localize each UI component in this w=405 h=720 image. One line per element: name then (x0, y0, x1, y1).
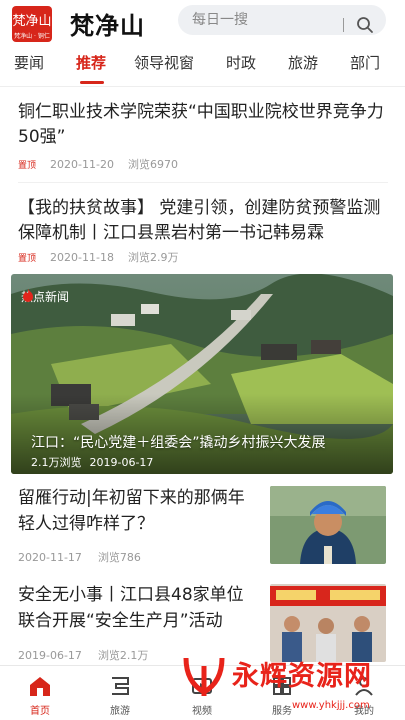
nav-home-label: 首页 (30, 706, 50, 717)
travel-icon (112, 677, 129, 695)
article-date: 2020-11-17 (18, 551, 82, 564)
app-brand-title: 梵净山 (70, 12, 145, 40)
pinned-tag: 置顶 (18, 254, 37, 264)
tab-yaowen[interactable]: 要闻 (14, 48, 44, 84)
nav-travel[interactable]: 旅游 (90, 666, 150, 720)
tabs-divider (0, 86, 405, 87)
hot-news-badge: 热点新闻 (21, 288, 69, 305)
hot-news-title: 江口：“民心党建＋组委会”撬动乡村振兴大发展 (31, 435, 326, 451)
watermark-logo-icon (183, 657, 225, 696)
watermark-url: www.yhkjjj.com (292, 700, 370, 711)
app-logo[interactable]: 梵净山 梵净山 · 铜仁 (12, 6, 52, 42)
article-title: 铜仁职业技术学院荣获“中国职业院校世界竞争力50强” (18, 102, 384, 147)
hot-news-meta: 2.1万浏览 2019-06-17 (31, 454, 161, 470)
logo-mark: 梵净山 (12, 14, 52, 29)
nav-travel-label: 旅游 (110, 706, 130, 717)
app-header: 梵净山 梵净山 · 铜仁 梵净山 (0, 0, 405, 44)
active-tab-indicator (80, 81, 104, 84)
hot-news-card[interactable]: 热点新闻 江口：“民心党建＋组委会”撬动乡村振兴大发展 2.1万浏览 2019-0… (11, 274, 393, 474)
article-title: 安全无小事丨江口县48家单位联合开展“安全生产月”活动 (18, 585, 244, 631)
tab-lingdao-shichuang[interactable]: 领导视窗 (134, 48, 194, 84)
article-views: 浏览786 (97, 551, 141, 564)
article-views: 浏览2.1万 (97, 649, 149, 662)
article-date: 2020-11-18 (50, 251, 114, 264)
article-item[interactable]: 留雁行动|年初留下来的那俩年轻人过得咋样了？ 2020-11-17 浏览786 (0, 482, 405, 574)
article-date: 2020-11-20 (50, 158, 114, 171)
article-views: 浏览2.9万 (127, 251, 179, 264)
tab-bumen[interactable]: 部门 (350, 48, 380, 84)
article-item[interactable]: 铜仁职业技术学院荣获“中国职业院校世界竞争力50强” 置顶 2020-11-20 浏… (0, 96, 405, 176)
article-views: 浏览6970 (127, 158, 178, 171)
article-meta: 置顶 2020-11-20 浏览6970 (18, 156, 192, 172)
nav-home[interactable]: 首页 (10, 666, 70, 720)
article-meta: 2020-11-17 浏览786 (18, 549, 157, 565)
article-title: 【我的扶贫故事】 党建引领，创建防贫预警监测保障机制丨江口县黑岩村第一书记韩易霖 (18, 198, 381, 243)
logo-subtext: 梵净山 · 铜仁 (14, 33, 50, 40)
article-thumbnail (270, 486, 386, 564)
divider (18, 182, 388, 183)
article-title: 留雁行动|年初留下来的那俩年轻人过得咋样了？ (18, 488, 245, 534)
tab-shizheng[interactable]: 时政 (226, 48, 256, 84)
search-input[interactable] (192, 5, 342, 35)
tab-lvyou[interactable]: 旅游 (288, 48, 318, 84)
pinned-tag: 置顶 (18, 161, 37, 171)
hot-news-views: 2.1万浏览 (31, 456, 82, 469)
search-icon[interactable] (356, 16, 374, 34)
article-meta: 2019-06-17 浏览2.1万 (18, 647, 164, 663)
article-meta: 置顶 2020-11-18 浏览2.9万 (18, 249, 192, 265)
article-item[interactable]: 【我的扶贫故事】 党建引领，创建防贫预警监测保障机制丨江口县黑岩村第一书记韩易霖… (0, 192, 405, 270)
search-bar[interactable] (178, 5, 386, 35)
tab-tuijian[interactable]: 推荐 (76, 48, 106, 84)
watermark: 永辉资源网 www.yhkjjj.com (180, 650, 400, 720)
flame-icon (23, 289, 33, 302)
home-icon (30, 677, 50, 696)
article-date: 2019-06-17 (18, 649, 82, 662)
search-divider (343, 18, 344, 32)
category-tabs: 要闻 推荐 领导视窗 时政 旅游 部门 (0, 48, 405, 84)
hot-news-date: 2019-06-17 (89, 456, 154, 469)
watermark-text: 永辉资源网 (232, 661, 372, 692)
